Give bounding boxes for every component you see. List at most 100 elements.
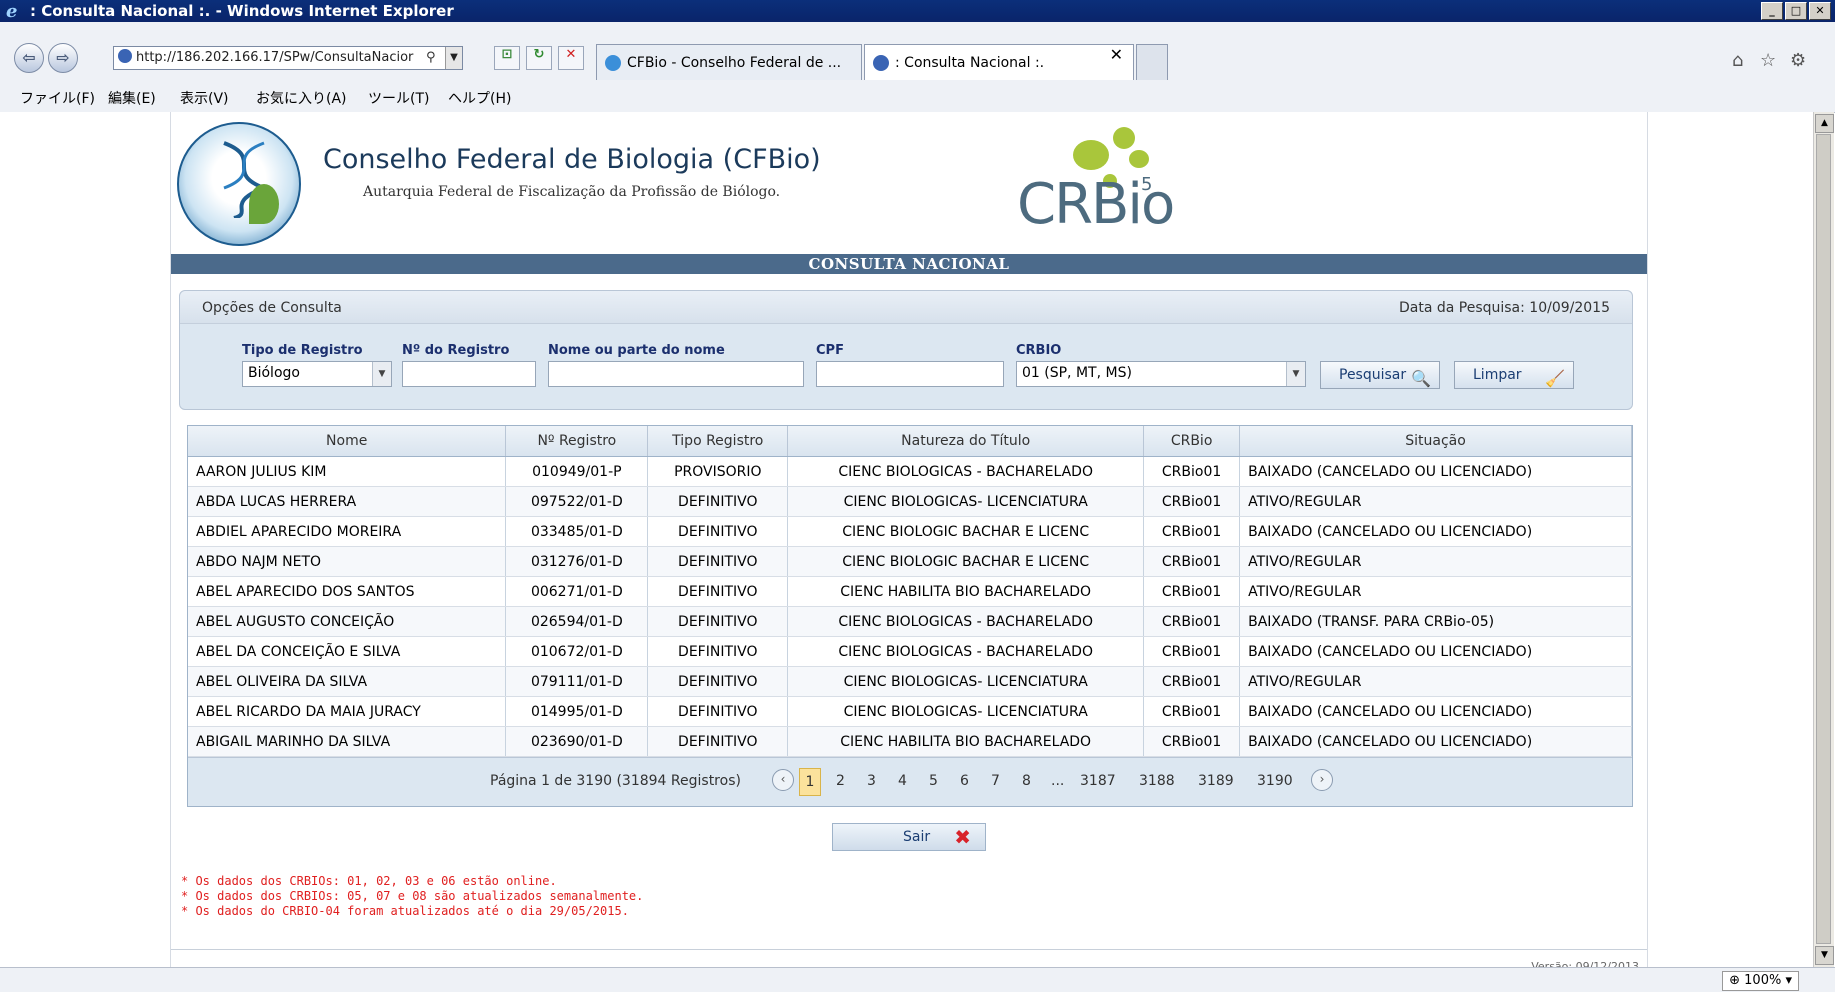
scroll-up-icon[interactable]: ▲	[1815, 114, 1834, 133]
table-row[interactable]: ABEL AUGUSTO CONCEIÇÃO 026594/01-D DEFINIT…	[188, 606, 1632, 637]
window-titlebar: e : Consulta Nacional :. - Windows Inter…	[0, 0, 1835, 22]
navigation-bar: ⇦ ⇨ http://186.202.166.17/SPw/ConsultaNa…	[0, 22, 1835, 83]
page-link-7[interactable]: 7	[991, 773, 1000, 789]
page-link-8[interactable]: 8	[1022, 773, 1031, 789]
table-cell: BAIXADO (CANCELADO OU LICENCIADO)	[1239, 456, 1632, 487]
page-link-3190[interactable]: 3190	[1257, 773, 1293, 789]
address-text: http://186.202.166.17/SPw/ConsultaNacior	[136, 50, 414, 65]
home-icon[interactable]: ⌂	[1732, 50, 1743, 71]
page-link-4[interactable]: 4	[898, 773, 907, 789]
numero-registro-input[interactable]	[402, 361, 536, 387]
page-link-3[interactable]: 3	[867, 773, 876, 789]
page-link-3188[interactable]: 3188	[1139, 773, 1175, 789]
scroll-down-icon[interactable]: ▼	[1815, 946, 1834, 965]
cpf-input[interactable]	[816, 361, 1004, 387]
menu-tools[interactable]: ツール(T)	[368, 88, 429, 108]
menu-view[interactable]: 表示(V)	[180, 88, 229, 108]
next-page-icon[interactable]: ›	[1311, 769, 1333, 791]
nome-input[interactable]	[548, 361, 804, 387]
crbio-label: CRBIO	[1016, 343, 1062, 358]
magnifier-icon: 🔍	[1411, 369, 1431, 388]
table-row[interactable]: ABDIEL APARECIDO MOREIRA 033485/01-D DEFIN…	[188, 516, 1632, 547]
table-row[interactable]: ABEL OLIVEIRA DA SILVA 079111/01-D DEFINIT…	[188, 666, 1632, 697]
table-cell: CIENC HABILITA BIO BACHARELADO	[787, 726, 1145, 757]
table-body: AARON JULIUS KIM 010949/01-P PROVISORIO CIE…	[188, 456, 1632, 757]
zoom-control[interactable]: ⊕ 100% ▾	[1722, 971, 1799, 991]
cell-icon	[1113, 127, 1135, 149]
note-line: * Os dados do CRBIO-04 foram atualizados…	[181, 904, 629, 918]
table-cell: ABDA LUCAS HERRERA	[188, 486, 507, 517]
previous-page-icon[interactable]: ‹	[772, 769, 794, 791]
pagination-bar: Página 1 de 3190 (31894 Registros) ‹ 1 2…	[188, 757, 1632, 806]
table-cell: ATIVO/REGULAR	[1239, 546, 1632, 577]
page-link-3187[interactable]: 3187	[1080, 773, 1116, 789]
column-header-natureza[interactable]: Natureza do Título	[787, 426, 1145, 457]
brand-subtitle: Autarquia Federal de Fiscalização da Pro…	[363, 184, 781, 200]
table-cell: ATIVO/REGULAR	[1239, 666, 1632, 697]
table-row[interactable]: ABDA LUCAS HERRERA 097522/01-D DEFINITIVO C…	[188, 486, 1632, 517]
brand-title: Conselho Federal de Biologia (CFBio)	[323, 144, 821, 175]
stop-button[interactable]: ✕	[558, 46, 584, 70]
table-cell: CRBio01	[1143, 606, 1241, 637]
vertical-scrollbar[interactable]: ▲ ▼	[1813, 112, 1834, 967]
address-bar[interactable]: http://186.202.166.17/SPw/ConsultaNacior…	[113, 46, 463, 70]
table-row[interactable]: ABEL APARECIDO DOS SANTOS 006271/01-D DEFI…	[188, 576, 1632, 607]
table-cell: DEFINITIVO	[647, 486, 789, 517]
scrollbar-thumb[interactable]	[1816, 134, 1831, 944]
menu-help[interactable]: ヘルプ(H)	[448, 88, 511, 108]
table-cell: CIENC BIOLOGICAS - BACHARELADO	[787, 456, 1145, 487]
search-icon[interactable]: ⚲	[426, 47, 442, 69]
table-cell: CIENC BIOLOGICAS- LICENCIATURA	[787, 486, 1145, 517]
maximize-button[interactable]: □	[1785, 2, 1807, 20]
table-row[interactable]: AARON JULIUS KIM 010949/01-P PROVISORIO CIE…	[188, 456, 1632, 487]
gear-icon[interactable]: ⚙	[1790, 50, 1806, 71]
column-header-nome[interactable]: Nome	[188, 426, 507, 457]
tab-cfbio[interactable]: CFBio - Conselho Federal de ...	[596, 44, 862, 80]
table-cell: ABDO NAJM NETO	[188, 546, 507, 577]
menu-file[interactable]: ファイル(F)	[20, 88, 95, 108]
table-row[interactable]: ABDO NAJM NETO 031276/01-D DEFINITIVO CIENC…	[188, 546, 1632, 577]
close-window-button[interactable]: ✕	[1809, 2, 1831, 20]
chevron-down-icon[interactable]: ▼	[372, 362, 391, 386]
compatibility-view-button[interactable]: ⊡	[494, 46, 520, 70]
table-cell: CRBio01	[1143, 546, 1241, 577]
page-link-5[interactable]: 5	[929, 773, 938, 789]
table-row[interactable]: ABEL DA CONCEIÇÃO E SILVA 010672/01-D DEFI…	[188, 636, 1632, 667]
column-header-crbio[interactable]: CRBio	[1143, 426, 1241, 457]
table-row[interactable]: ABEL RICARDO DA MAIA JURACY 014995/01-D DE…	[188, 696, 1632, 727]
search-button[interactable]: Pesquisar 🔍	[1320, 361, 1440, 389]
tipo-registro-select[interactable]: Biólogo ▼	[242, 361, 392, 387]
new-tab-button[interactable]	[1136, 44, 1168, 80]
page-ellipsis[interactable]: ...	[1051, 773, 1064, 789]
forward-button[interactable]: ⇨	[48, 43, 78, 73]
page-link-3189[interactable]: 3189	[1198, 773, 1234, 789]
menu-favorites[interactable]: お気に入り(A)	[256, 88, 347, 108]
crbio-logo: CRBio 5	[991, 122, 1175, 248]
favorites-star-icon[interactable]: ☆	[1760, 50, 1776, 71]
cfbio-logo	[177, 122, 301, 246]
page-link-2[interactable]: 2	[836, 773, 845, 789]
chevron-down-icon[interactable]: ▼	[1286, 362, 1305, 386]
page-link-6[interactable]: 6	[960, 773, 969, 789]
table-cell: CRBio01	[1143, 576, 1241, 607]
address-dropdown-button[interactable]: ▼	[445, 47, 462, 69]
exit-button[interactable]: Sair ✖	[832, 823, 986, 851]
table-cell: CRBio01	[1143, 666, 1241, 697]
site-favicon-icon	[118, 49, 132, 63]
column-header-registro[interactable]: Nº Registro	[505, 426, 649, 457]
column-header-tipo[interactable]: Tipo Registro	[647, 426, 789, 457]
tab-consulta-nacional[interactable]: : Consulta Nacional :. ✕	[864, 44, 1134, 80]
refresh-button[interactable]: ↻	[526, 46, 552, 70]
broom-icon: 🧹	[1545, 369, 1565, 388]
menu-edit[interactable]: 編集(E)	[108, 88, 156, 108]
page-link-1[interactable]: 1	[799, 768, 821, 796]
minimize-button[interactable]: _	[1761, 2, 1783, 20]
close-tab-icon[interactable]: ✕	[1110, 45, 1123, 64]
crbio-logo-number: 5	[1141, 174, 1153, 195]
crbio-select[interactable]: 01 (SP, MT, MS) ▼	[1016, 361, 1306, 387]
column-header-situacao[interactable]: Situação	[1239, 426, 1632, 457]
table-row[interactable]: ABIGAIL MARINHO DA SILVA 023690/01-D DEFIN…	[188, 726, 1632, 757]
table-cell: ABEL DA CONCEIÇÃO E SILVA	[188, 636, 507, 667]
clear-button[interactable]: Limpar 🧹	[1454, 361, 1574, 389]
back-button[interactable]: ⇦	[14, 43, 44, 73]
